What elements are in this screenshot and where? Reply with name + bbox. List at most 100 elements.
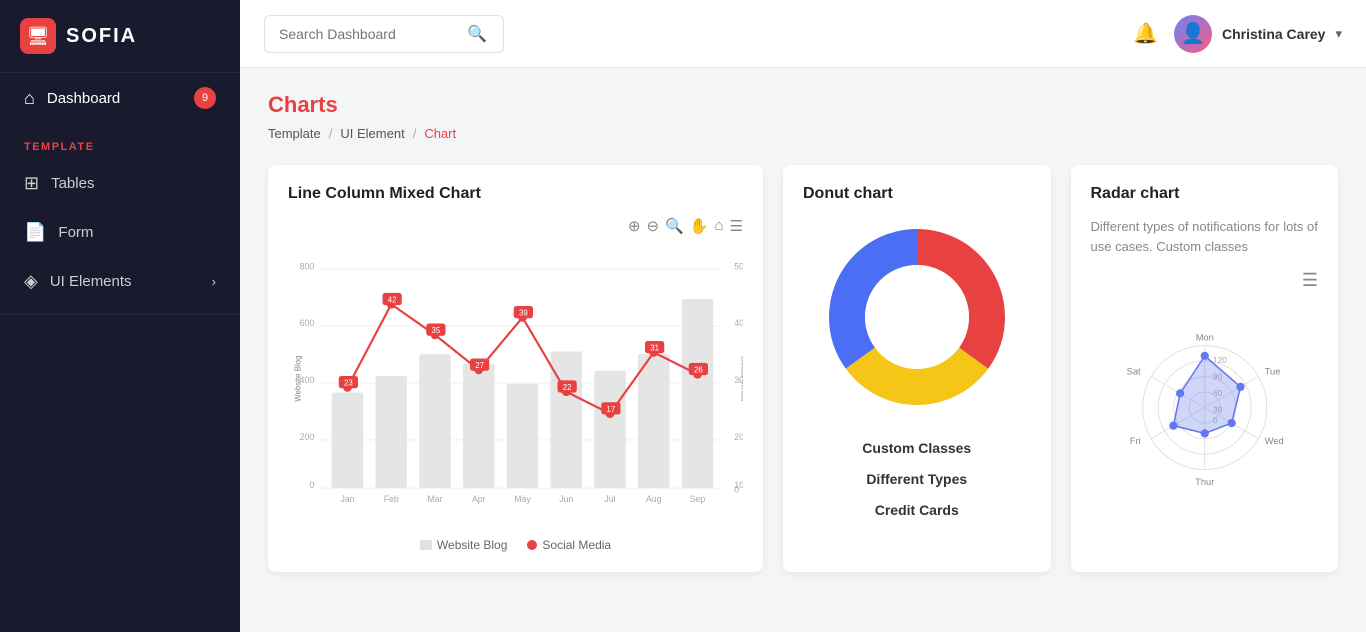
svg-text:Mar: Mar (427, 494, 442, 504)
search-box[interactable]: 🔍 (264, 15, 504, 53)
mixed-chart-svg: 800 600 400 200 0 50 40 30 20 10 0 Websi (288, 243, 743, 528)
donut-wrap: Custom Classes Different Types Credit Ca… (803, 217, 1031, 525)
radar-label-wed: Wed (1264, 436, 1283, 446)
header: 🔍 🔔 👤 Christina Carey ▾ (240, 0, 1366, 68)
label-sep: 26 (694, 366, 703, 375)
sidebar-item-dashboard[interactable]: ⌂ Dashboard 9 (0, 73, 240, 123)
label-mar: 35 (432, 326, 441, 335)
sidebar-item-label: Tables (51, 175, 94, 192)
legend-item-custom-classes: Custom Classes (862, 433, 971, 464)
legend-social-media: Social Media (527, 538, 611, 552)
legend-line-label: Social Media (542, 538, 611, 552)
label-jan: 23 (344, 379, 353, 388)
breadcrumb-template[interactable]: Template (268, 126, 321, 141)
logo-text: SOFIA (66, 25, 137, 48)
sidebar-item-ui-elements[interactable]: ◈ UI Elements › (0, 257, 240, 306)
bar-sep (682, 299, 714, 488)
tables-icon: ⊞ (24, 173, 39, 194)
donut-chart-card: Donut chart (783, 165, 1051, 572)
sidebar-item-form[interactable]: 📄 Form (0, 208, 240, 257)
radar-menu-icon[interactable]: ☰ (1091, 270, 1319, 291)
chart-toolbar: ⊕ ⊖ 🔍 ✋ ⌂ ☰ (288, 217, 743, 235)
svg-text:50: 50 (734, 261, 743, 271)
bar-may (507, 384, 539, 488)
radar-point-fri (1169, 422, 1177, 430)
svg-text:40: 40 (734, 318, 743, 328)
breadcrumb-sep-1: / (329, 126, 333, 141)
donut-center (865, 265, 969, 369)
svg-text:Aug: Aug (646, 494, 662, 504)
svg-text:Apr: Apr (472, 494, 486, 504)
radar-chart-title: Radar chart (1091, 185, 1319, 203)
sidebar-divider (0, 314, 240, 315)
donut-chart-svg (817, 217, 1017, 417)
svg-text:Jun: Jun (559, 494, 573, 504)
zoom-out-icon[interactable]: ⊖ (647, 217, 660, 235)
legend-item-different-types: Different Types (862, 464, 971, 495)
form-icon: 📄 (24, 222, 46, 243)
mixed-chart-title: Line Column Mixed Chart (288, 185, 743, 203)
content-area: Charts Template / UI Element / Chart Lin… (240, 68, 1366, 632)
svg-text:20: 20 (734, 432, 743, 442)
zoom-reset-icon[interactable]: 🔍 (665, 217, 684, 235)
radar-label-thur: Thur (1195, 477, 1214, 487)
home-icon: ⌂ (24, 88, 35, 109)
zoom-in-icon[interactable]: ⊕ (628, 217, 641, 235)
chevron-right-icon: › (212, 274, 216, 289)
label-aug: 31 (650, 344, 659, 353)
bar-apr (463, 364, 495, 488)
donut-chart-title: Donut chart (803, 185, 1031, 203)
menu-icon[interactable]: ☰ (730, 217, 743, 235)
radar-chart-svg-wrap: 120 90 60 30 0 (1091, 299, 1319, 511)
pan-icon[interactable]: ✋ (690, 217, 709, 235)
label-jul: 17 (607, 405, 616, 414)
user-name: Christina Carey (1222, 26, 1325, 42)
svg-text:0: 0 (309, 480, 314, 490)
svg-text:Jan: Jan (340, 494, 354, 504)
logo-icon: 🖥 (20, 18, 56, 54)
dashboard-badge: 9 (194, 87, 216, 109)
label-jun: 22 (563, 383, 572, 392)
radar-label-fri: Fri (1129, 436, 1140, 446)
label-feb: 42 (388, 296, 397, 305)
breadcrumb: Template / UI Element / Chart (268, 126, 1338, 141)
svg-text:Jul: Jul (604, 494, 615, 504)
radar-point-sat (1176, 389, 1184, 397)
sidebar-item-label: UI Elements (50, 273, 132, 290)
breadcrumb-sep-2: / (413, 126, 417, 141)
label-may: 39 (519, 309, 528, 318)
search-input[interactable] (279, 26, 459, 42)
legend-item-credit-cards: Credit Cards (862, 495, 971, 526)
sidebar-item-label: Form (58, 224, 93, 241)
legend-bar-label: Website Blog (437, 538, 507, 552)
sidebar-item-tables[interactable]: ⊞ Tables (0, 159, 240, 208)
donut-legend: Custom Classes Different Types Credit Ca… (862, 433, 971, 525)
radar-chart-subtitle: Different types of notifications for lot… (1091, 217, 1319, 256)
radar-label-tue: Tue (1264, 366, 1280, 376)
svg-text:200: 200 (300, 432, 315, 442)
bar-jul (594, 371, 626, 488)
main-area: 🔍 🔔 👤 Christina Carey ▾ Charts Template … (240, 0, 1366, 632)
bell-icon[interactable]: 🔔 (1133, 21, 1158, 46)
bar-feb (376, 376, 408, 488)
mixed-chart-legend: Website Blog Social Media (288, 538, 743, 552)
svg-text:Sep: Sep (690, 494, 706, 504)
mixed-chart-visualization: 800 600 400 200 0 50 40 30 20 10 0 Websi (288, 243, 743, 523)
user-menu[interactable]: 👤 Christina Carey ▾ (1174, 15, 1342, 53)
radar-chart-card: Radar chart Different types of notificat… (1071, 165, 1339, 572)
mixed-chart-card: Line Column Mixed Chart ⊕ ⊖ 🔍 ✋ ⌂ ☰ 800 … (268, 165, 763, 572)
label-apr: 27 (475, 361, 484, 370)
bar-jan (332, 393, 364, 488)
breadcrumb-ui-element[interactable]: UI Element (340, 126, 404, 141)
bar-mar (419, 354, 451, 488)
search-icon: 🔍 (467, 24, 487, 44)
charts-row: Line Column Mixed Chart ⊕ ⊖ 🔍 ✋ ⌂ ☰ 800 … (268, 165, 1338, 572)
svg-text:Website Blog: Website Blog (293, 356, 302, 402)
avatar: 👤 (1174, 15, 1212, 53)
home-icon[interactable]: ⌂ (714, 217, 723, 235)
page-title: Charts (268, 92, 1338, 118)
breadcrumb-chart[interactable]: Chart (424, 126, 456, 141)
radar-point-thur (1200, 429, 1208, 437)
legend-line-icon (527, 540, 537, 550)
template-section-label: TEMPLATE (0, 123, 240, 159)
